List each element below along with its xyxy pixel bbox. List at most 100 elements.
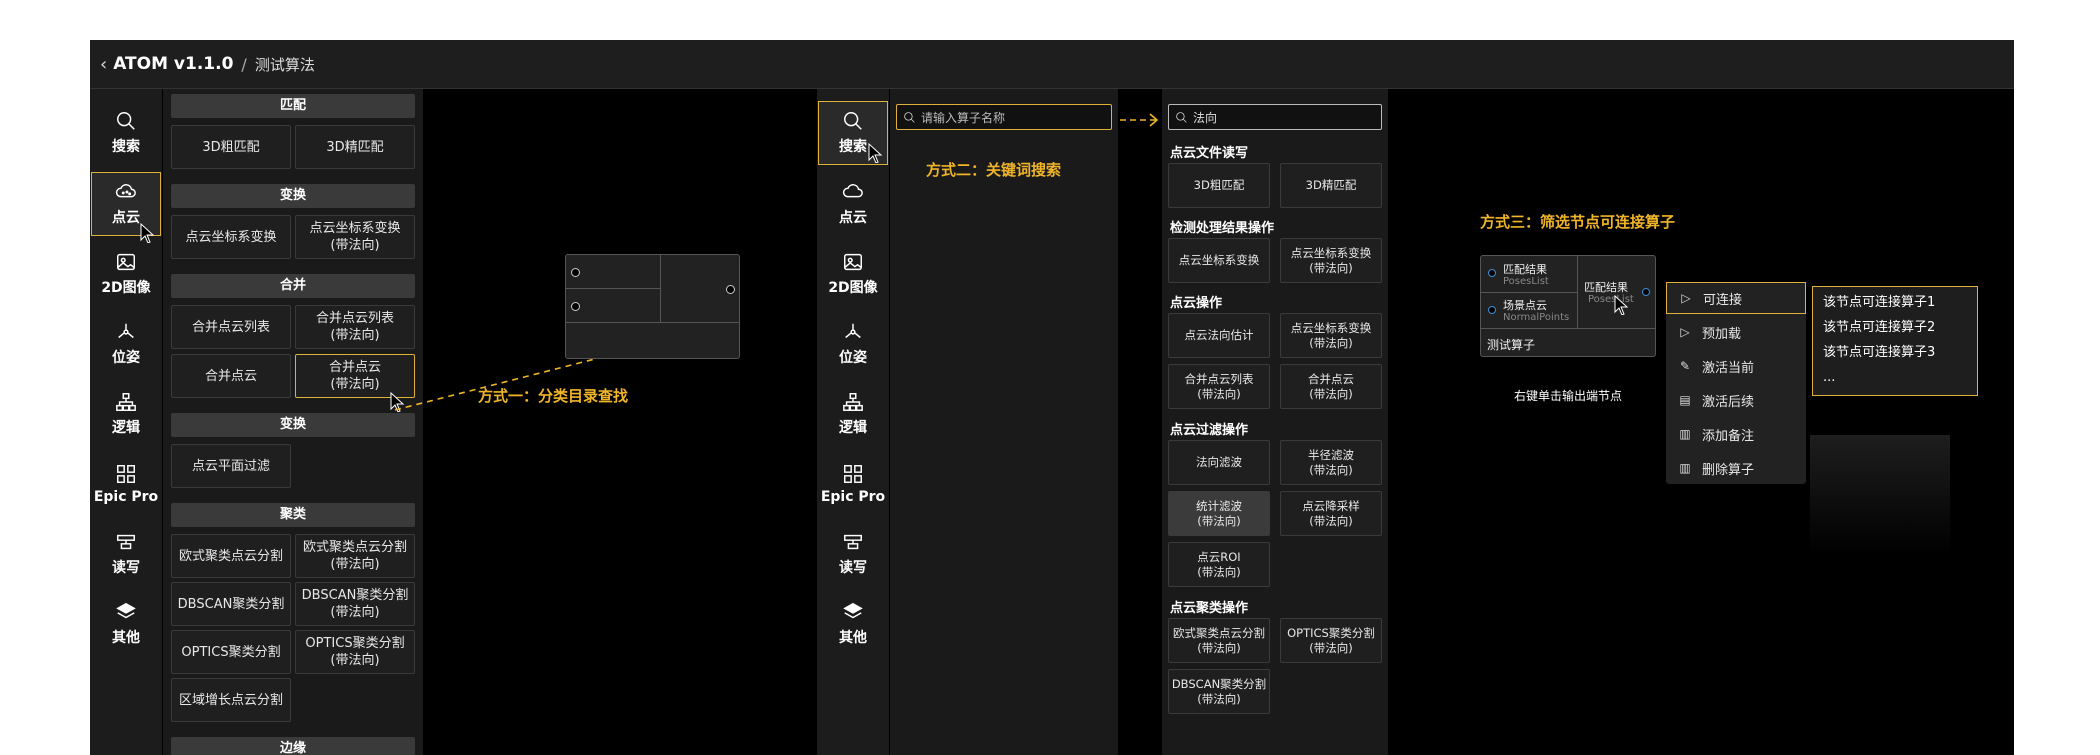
rail-item-pose[interactable]: 位姿: [818, 312, 888, 376]
operator-tile[interactable]: 欧式聚类点云分割: [171, 534, 291, 578]
edit-icon: ✎: [1679, 359, 1691, 373]
result-tile[interactable]: 3D粗匹配: [1168, 163, 1270, 208]
operator-tile[interactable]: DBSCAN聚类分割 (带法向): [295, 582, 415, 626]
rail-item-pose[interactable]: 位姿: [91, 312, 161, 376]
pose-icon: [845, 323, 861, 339]
result-tile[interactable]: OPTICS聚类分割 (带法向): [1280, 618, 1382, 663]
result-tile-hover[interactable]: 统计滤波 (带法向): [1168, 491, 1270, 536]
rail-item-label: Epic Pro: [93, 489, 159, 505]
search-icon: [1176, 111, 1187, 123]
menu-item-activate-current[interactable]: ✎ 激活当前: [1666, 350, 1806, 382]
section-header[interactable]: 合并: [171, 274, 415, 298]
rail-item-label: 2D图像: [828, 280, 878, 296]
result-tile[interactable]: 合并点云 (带法向): [1280, 364, 1382, 409]
rail-item-other[interactable]: 其他: [91, 592, 161, 656]
operator-tile[interactable]: 点云坐标系变换: [171, 215, 291, 259]
section-header[interactable]: 匹配: [171, 94, 415, 118]
input-port[interactable]: [1488, 269, 1496, 277]
cloud-icon: [115, 184, 136, 198]
result-tile[interactable]: 欧式聚类点云分割 (带法向): [1168, 618, 1270, 663]
result-tile[interactable]: 点云坐标系变换 (带法向): [1280, 238, 1382, 283]
result-tile[interactable]: 点云ROI (带法向): [1168, 542, 1270, 587]
menu-item-activate-next[interactable]: ▤ 激活后续: [1666, 384, 1806, 416]
operator-tile[interactable]: 3D精匹配: [295, 125, 415, 169]
output-port[interactable]: [726, 285, 735, 294]
result-tile[interactable]: 3D精匹配: [1280, 163, 1382, 208]
menu-item-connectable[interactable]: ▷ 可连接: [1666, 282, 1806, 314]
submenu-item[interactable]: 该节点可连接算子3: [1813, 340, 1977, 365]
operator-tile[interactable]: OPTICS聚类分割 (带法向): [295, 630, 415, 674]
input-port[interactable]: [1488, 306, 1496, 314]
rail-item-pointcloud[interactable]: 点云: [818, 172, 888, 236]
operator-tile[interactable]: 点云坐标系变换 (带法向): [295, 215, 415, 259]
play-icon: ▷: [1680, 325, 1690, 339]
section-header[interactable]: 变换: [171, 413, 415, 437]
search-input[interactable]: 请输入算子名称: [896, 104, 1112, 130]
layers-icon: [843, 602, 863, 619]
section-header[interactable]: 聚类: [171, 503, 415, 527]
operator-tile[interactable]: 点云平面过滤: [171, 444, 291, 488]
mouse-cursor-icon: [868, 143, 883, 163]
result-tile[interactable]: DBSCAN聚类分割 (带法向): [1168, 669, 1270, 714]
result-tile[interactable]: 合并点云列表 (带法向): [1168, 364, 1270, 409]
menu-item-add-note[interactable]: ▥ 添加备注: [1666, 418, 1806, 450]
result-tile[interactable]: 半径滤波 (带法向): [1280, 440, 1382, 485]
rail-item-logic[interactable]: 逻辑: [91, 382, 161, 446]
search-panel: 请输入算子名称 方式二：关键词搜索: [890, 89, 1118, 755]
result-group-title: 检测处理结果操作: [1170, 221, 1275, 236]
method3-annotation: 方式三：筛选节点可连接算子: [1480, 213, 1676, 231]
operator-tile[interactable]: 合并点云列表: [171, 305, 291, 349]
rail-item-io[interactable]: 读写: [818, 522, 888, 586]
operator-tile[interactable]: OPTICS聚类分割: [171, 630, 291, 674]
result-tile[interactable]: 法向滤波: [1168, 440, 1270, 485]
menu-item-preload[interactable]: ▷ 预加载: [1666, 316, 1806, 348]
result-tile[interactable]: 点云坐标系变换: [1168, 238, 1270, 283]
result-group-title: 点云聚类操作: [1170, 601, 1249, 616]
search-input-filled[interactable]: 法向: [1168, 104, 1382, 130]
rail-item-epic-pro[interactable]: Epic Pro: [91, 452, 161, 516]
input-port[interactable]: [571, 302, 580, 311]
output-port[interactable]: [1642, 288, 1650, 296]
rail-item-label: 搜索: [839, 139, 867, 155]
rail-item-io[interactable]: 读写: [91, 522, 161, 586]
rail-item-2d-image[interactable]: 2D图像: [91, 242, 161, 306]
grid-icon: [117, 465, 135, 483]
rail-item-label: 逻辑: [112, 420, 140, 436]
app-name[interactable]: ATOM v1.1.0: [113, 54, 233, 74]
rail-item-label: 读写: [839, 560, 867, 576]
logic-icon: [843, 393, 863, 411]
menu-item-label: 删除算子: [1702, 462, 1755, 478]
operator-tile[interactable]: 合并点云: [171, 354, 291, 398]
section-header[interactable]: 变换: [171, 184, 415, 208]
rail-item-logic[interactable]: 逻辑: [818, 382, 888, 446]
submenu-item[interactable]: 该节点可连接算子1: [1813, 290, 1977, 315]
menu-item-delete[interactable]: ▥ 删除算子: [1666, 452, 1806, 484]
rail-item-2d-image[interactable]: 2D图像: [818, 242, 888, 306]
dashed-arrow: [1120, 113, 1159, 127]
submenu-item[interactable]: 该节点可连接算子2: [1813, 315, 1977, 340]
category-panel: 匹配 3D粗匹配 3D精匹配 变换 点云坐标系变换 点云坐标系变换 (带法向) …: [163, 89, 423, 755]
rail-item-label: Epic Pro: [820, 489, 886, 505]
search-icon: [117, 112, 135, 130]
rail-item-search[interactable]: 搜索: [91, 101, 161, 165]
rail-item-label: 其他: [112, 630, 140, 646]
result-tile[interactable]: 点云法向估计: [1168, 313, 1270, 358]
input-port-type: PosesList: [1503, 276, 1549, 287]
rail-item-epic-pro[interactable]: Epic Pro: [818, 452, 888, 516]
placeholder-node[interactable]: [565, 254, 740, 359]
result-tile[interactable]: 点云坐标系变换 (带法向): [1280, 313, 1382, 358]
operator-tile[interactable]: 欧式聚类点云分割 (带法向): [295, 534, 415, 578]
submenu-item[interactable]: ...: [1813, 365, 1977, 390]
chevron-left-icon[interactable]: ‹: [100, 54, 107, 75]
operator-tile[interactable]: 区域增长点云分割: [171, 678, 291, 722]
operator-tile[interactable]: DBSCAN聚类分割: [171, 582, 291, 626]
input-port[interactable]: [571, 268, 580, 277]
image-icon: [844, 253, 862, 271]
search-query: 法向: [1193, 110, 1218, 125]
menu-item-label: 激活后续: [1702, 394, 1755, 410]
mouse-cursor-icon: [140, 223, 155, 243]
rail-item-other[interactable]: 其他: [818, 592, 888, 656]
section-header[interactable]: 边缘: [171, 737, 415, 755]
result-tile[interactable]: 点云降采样 (带法向): [1280, 491, 1382, 536]
operator-tile[interactable]: 3D粗匹配: [171, 125, 291, 169]
